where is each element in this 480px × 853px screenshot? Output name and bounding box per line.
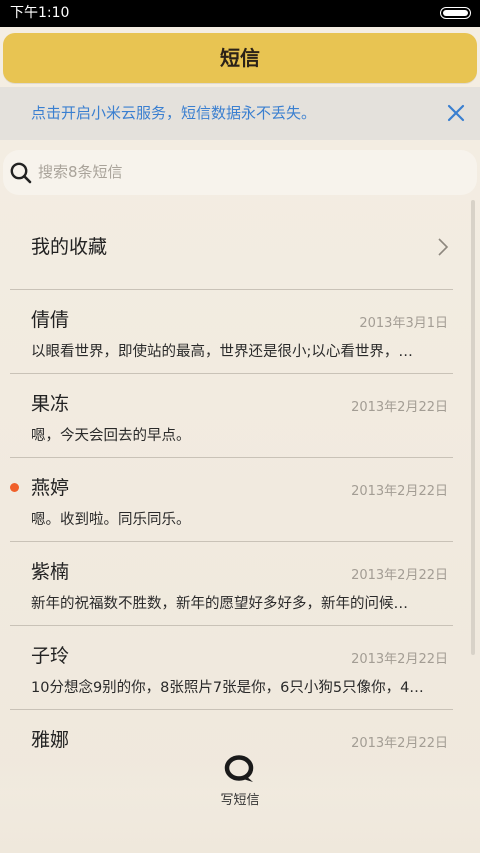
message-preview: 新年的祝福数不胜数，新年的愿望好多好多，新年的问候… xyxy=(31,596,408,612)
contact-name: 子玲 xyxy=(31,645,70,667)
contact-name: 果冻 xyxy=(31,393,70,415)
title-bar: 短信 xyxy=(3,33,477,83)
compose-message-icon xyxy=(224,755,254,782)
message-preview: 10分想念9别的你，8张照片7张是你，6只小狗5只像你，4… xyxy=(31,680,424,696)
status-time: 下午1:10 xyxy=(10,5,70,21)
message-date: 2013年2月22日 xyxy=(351,652,448,667)
close-icon[interactable] xyxy=(447,104,465,122)
message-row-3[interactable]: 紫楠 2013年2月22日 新年的祝福数不胜数，新年的愿望好多好多，新年的问候… xyxy=(10,542,453,626)
status-bar: 下午1:10 xyxy=(0,0,480,27)
cloud-notice-banner[interactable]: 点击开启小米云服务，短信数据永不丢失。 xyxy=(0,87,480,140)
compose-label: 写短信 xyxy=(220,793,260,808)
search-bar[interactable]: 搜索8条短信 xyxy=(3,150,477,195)
message-date: 2013年2月22日 xyxy=(351,568,448,583)
cloud-notice-text[interactable]: 点击开启小米云服务，短信数据永不丢失。 xyxy=(31,87,316,140)
compose-button[interactable]: 写短信 xyxy=(200,755,280,825)
contact-name: 倩倩 xyxy=(31,309,70,331)
scrollbar[interactable] xyxy=(471,200,475,655)
message-date: 2013年2月22日 xyxy=(351,400,448,415)
message-row-0[interactable]: 倩倩 2013年3月1日 以眼看世界，即使站的最高，世界还是很小;以心看世界，… xyxy=(10,290,453,374)
search-icon xyxy=(10,162,32,184)
contact-name: 紫楠 xyxy=(31,561,70,583)
message-row-1[interactable]: 果冻 2013年2月22日 嗯，今天会回去的早点。 xyxy=(10,374,453,458)
message-preview: 以眼看世界，即使站的最高，世界还是很小;以心看世界，… xyxy=(31,344,413,360)
page-title: 短信 xyxy=(220,46,260,70)
message-row-4[interactable]: 子玲 2013年2月22日 10分想念9别的你，8张照片7张是你，6只小狗5只像… xyxy=(10,626,453,710)
message-date: 2013年2月22日 xyxy=(351,484,448,499)
battery-icon xyxy=(440,7,471,19)
chevron-right-icon xyxy=(438,238,449,256)
message-row-2[interactable]: 燕婷 2013年2月22日 嗯。收到啦。同乐同乐。 xyxy=(10,458,453,542)
message-date: 2013年2月22日 xyxy=(351,736,448,751)
message-preview: 嗯，今天会回去的早点。 xyxy=(31,428,191,444)
search-input[interactable]: 搜索8条短信 xyxy=(38,150,123,195)
message-date: 2013年3月1日 xyxy=(359,316,448,331)
favorites-label: 我的收藏 xyxy=(31,236,108,258)
unread-dot-icon xyxy=(10,483,19,492)
favorites-item[interactable]: 我的收藏 xyxy=(10,205,453,289)
contact-name: 燕婷 xyxy=(31,477,70,499)
contact-name: 雅娜 xyxy=(31,729,70,751)
sms-screen: 下午1:10 短信 点击开启小米云服务，短信数据永不丢失。 搜索8条短信 我的收… xyxy=(0,0,480,853)
message-preview: 嗯。收到啦。同乐同乐。 xyxy=(31,512,191,528)
